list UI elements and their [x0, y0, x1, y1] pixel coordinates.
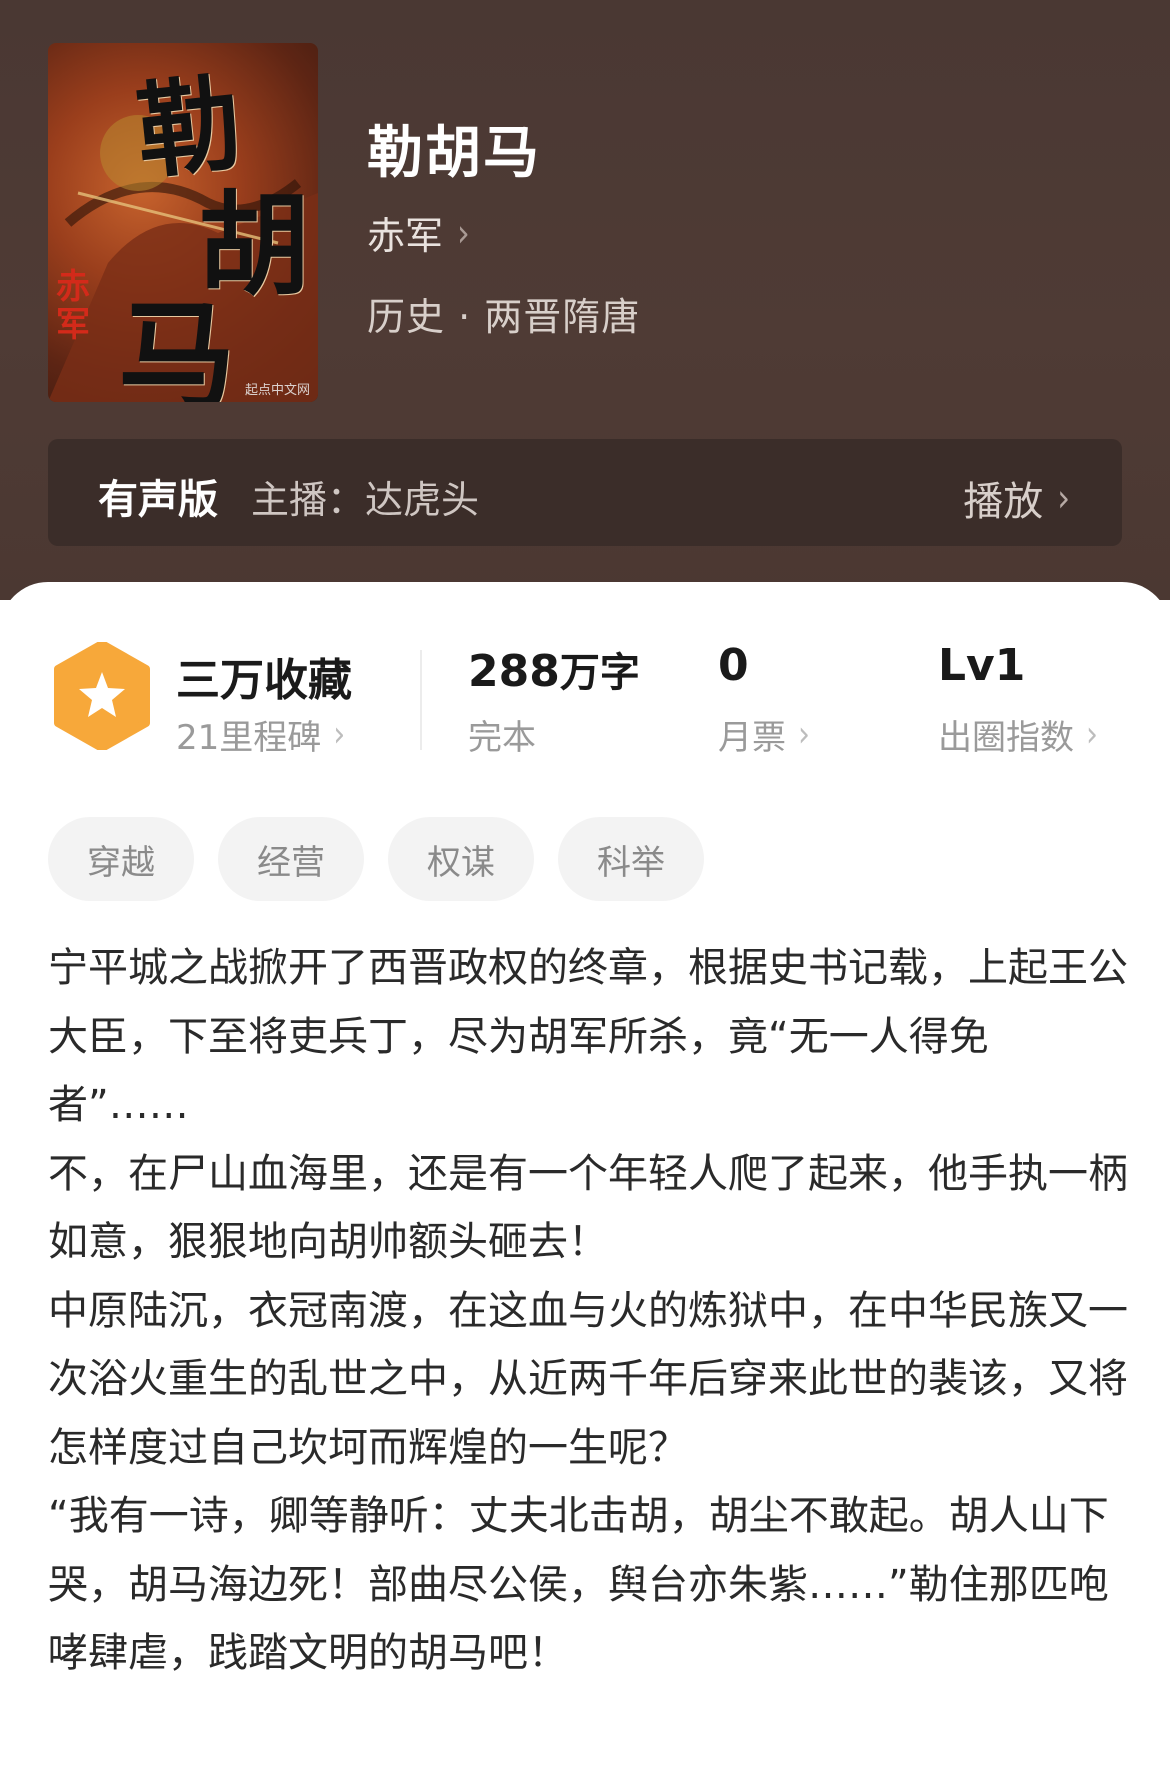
completion-label: 完本 [468, 718, 536, 758]
monthly-ticket-label: 月票 [718, 718, 786, 758]
popularity-index-link[interactable]: 出圈指数 › [938, 710, 1098, 759]
popularity-index-label: 出圈指数 [938, 718, 1074, 758]
word-count-unit: 万字 [559, 650, 640, 696]
author-name: 赤军 [367, 214, 444, 258]
tag-chip[interactable]: 权谋 [388, 817, 534, 901]
monthly-ticket-link[interactable]: 月票 › [718, 710, 810, 759]
description-paragraph: “我有一诗，卿等静听：丈夫北击胡，胡尘不敢起。胡人山下哭，胡马海边死！部曲尽公侯… [48, 1493, 1109, 1676]
audio-version-label: 有声版 [98, 477, 218, 523]
tag-chip[interactable]: 经营 [218, 817, 364, 901]
audio-version-bar[interactable]: 有声版 主播：达虎头 播放 › [48, 439, 1122, 546]
book-title: 勒胡马 [367, 121, 541, 186]
cover-author: 赤军 [56, 267, 90, 345]
description-paragraph: 中原陆沉，衣冠南渡，在这血与火的炼狱中，在中华民族又一次浴火重生的乱世之中，从近… [48, 1287, 1128, 1471]
popularity-level: Lv1 [938, 640, 1026, 691]
collect-count[interactable]: 三万收藏 [176, 644, 352, 708]
stats-divider [420, 650, 422, 750]
completion-status: 完本 [468, 710, 536, 759]
tag-list: 穿越 经营 权谋 科举 [48, 817, 704, 901]
tag-chip[interactable]: 穿越 [48, 817, 194, 901]
chevron-right-icon: › [333, 713, 346, 756]
audio-host: 主播：达虎头 [251, 478, 480, 522]
word-count-value: 288 [468, 646, 560, 697]
book-detail-sheet: 三万收藏 21里程碑 › 288万字 完本 0 月票 › Lv1 出圈指数 › … [0, 582, 1170, 1786]
cover-title-char-3: 马 [118, 287, 237, 402]
description-paragraph: 宁平城之战掀开了西晋政权的终章，根据史书记载，上起王公大臣，下至将吏兵丁，尽为胡… [48, 945, 1128, 1128]
book-header: 勒 胡 马 赤军 起点中文网 勒胡马 赤军 › 历史 · 两晋隋唐 有声版 主播… [0, 0, 1170, 600]
milestone-link[interactable]: 21里程碑 › [176, 710, 345, 759]
book-category: 历史 · 两晋隋唐 [367, 295, 641, 339]
tag-chip[interactable]: 科举 [558, 817, 704, 901]
author-link[interactable]: 赤军 › [367, 205, 470, 260]
chevron-right-icon: › [798, 713, 810, 756]
chevron-right-icon: › [457, 209, 470, 256]
description-paragraph: 不，在尸山血海里，还是有一个年轻人爬了起来，他手执一柄如意，狠狠地向胡帅额头砸去… [48, 1150, 1128, 1266]
book-cover-image[interactable]: 勒 胡 马 赤军 起点中文网 [48, 43, 318, 402]
monthly-ticket-count: 0 [718, 640, 749, 691]
book-description: 宁平城之战掀开了西晋政权的终章，根据史书记载，上起王公大臣，下至将吏兵丁，尽为胡… [48, 934, 1128, 1688]
star-badge-icon [54, 642, 150, 750]
play-button[interactable]: 播放 › [963, 469, 1070, 527]
chevron-right-icon: › [1086, 713, 1098, 756]
word-count: 288万字 [468, 640, 640, 698]
chevron-right-icon: › [1057, 475, 1070, 521]
cover-publisher: 起点中文网 [244, 383, 310, 398]
milestone-label: 21里程碑 [176, 718, 322, 758]
play-label: 播放 [963, 479, 1044, 525]
